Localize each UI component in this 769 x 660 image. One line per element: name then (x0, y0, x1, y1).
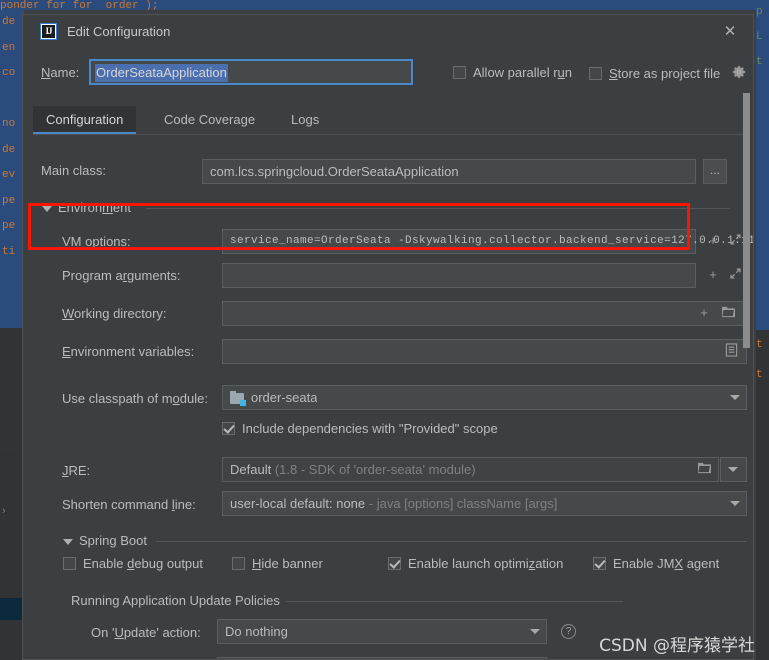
environment-collapse-icon[interactable] (42, 206, 52, 212)
working-directory-label: Working directory: (62, 306, 167, 321)
tab-code-coverage[interactable]: Code Coverage (151, 106, 268, 134)
shorten-command-line-label: Shorten command line: (62, 497, 196, 512)
store-as-project-file-checkbox[interactable]: Store as project file (589, 65, 746, 83)
store-as-project-file-label: Store as project file (609, 66, 721, 81)
classpath-module-value: order-seata (251, 390, 318, 405)
name-input[interactable]: OrderSeataApplication (89, 59, 413, 85)
working-directory-folder-icon[interactable] (720, 305, 736, 321)
program-arguments-input[interactable] (222, 263, 696, 288)
classpath-module-chevron-down-icon[interactable] (730, 395, 740, 400)
background-expand-arrow-icon: › (2, 505, 6, 517)
background-code-left: de en co no de ev pe pe ti (0, 10, 24, 328)
name-input-value: OrderSeataApplication (95, 64, 228, 82)
background-code-right-lower: t t (756, 330, 769, 660)
include-dependencies-checkbox[interactable]: Include dependencies with "Provided" sco… (222, 421, 498, 438)
on-frame-deactivation-combo[interactable]: Do nothing (217, 657, 547, 659)
hide-banner-label: Hide banner (252, 556, 323, 571)
allow-parallel-run-label: Allow parallel run (473, 65, 573, 80)
dialog-titlebar: IJ Edit Configuration ✕ (23, 15, 753, 49)
environment-variables-label: Environment variables: (62, 344, 195, 359)
spring-boot-section-divider (156, 541, 747, 542)
configuration-form: Main class: com.lcs.springcloud.OrderSea… (23, 135, 753, 659)
enable-launch-optimization-label: Enable launch optimization (408, 556, 564, 571)
on-update-action-chevron-down-icon[interactable] (530, 629, 540, 634)
main-class-label: Main class: (41, 163, 107, 178)
jre-label: JRE: (62, 463, 91, 478)
intellij-logo-icon: IJ (40, 23, 57, 40)
vm-options-input[interactable]: service_name=OrderSeata -Dskywalking.col… (222, 229, 753, 254)
working-directory-input[interactable] (222, 301, 747, 326)
enable-debug-output-checkbox-box[interactable] (63, 557, 76, 570)
enable-debug-output-label: Enable debug output (83, 556, 204, 571)
dialog-scrollbar-thumb[interactable] (743, 93, 750, 348)
enable-debug-output-checkbox[interactable]: Enable debug output (63, 556, 203, 573)
shorten-command-line-chevron-down-icon[interactable] (730, 501, 740, 506)
close-icon[interactable]: ✕ (719, 21, 741, 43)
background-selected-row (0, 598, 22, 620)
shorten-command-line-combo[interactable]: user-local default: none - java [options… (222, 491, 747, 516)
environment-variables-input[interactable] (222, 339, 747, 364)
jre-combo[interactable]: Default (1.8 - SDK of 'order-seata' modu… (222, 457, 719, 482)
name-label-mnemonic: N (41, 65, 51, 80)
environment-section-title: Environment (58, 200, 131, 215)
working-directory-add-icon[interactable]: + (696, 305, 712, 321)
program-arguments-expand-icon[interactable] (727, 267, 743, 283)
classpath-module-label: Use classpath of module: (62, 391, 208, 406)
csdn-watermark: CSDN @程序猿学社 (599, 636, 755, 656)
spring-boot-collapse-icon[interactable] (63, 539, 73, 545)
allow-parallel-run-checkbox[interactable]: Allow parallel run (453, 65, 572, 82)
tab-logs[interactable]: Logs (278, 106, 332, 134)
background-code-right: p L t (756, 6, 763, 68)
environment-variables-list-icon[interactable] (723, 343, 739, 359)
allow-parallel-run-checkbox-box[interactable] (453, 66, 466, 79)
background-divider (0, 492, 22, 493)
spring-boot-section-title: Spring Boot (79, 533, 147, 548)
jre-value: Default (1.8 - SDK of 'order-seata' modu… (230, 462, 476, 477)
include-dependencies-checkbox-box[interactable] (222, 422, 235, 435)
vm-options-add-icon[interactable]: + (705, 233, 721, 249)
main-class-browse-button[interactable]: ... (703, 159, 727, 184)
enable-launch-optimization-checkbox-box[interactable] (388, 557, 401, 570)
enable-launch-optimization-checkbox[interactable]: Enable launch optimization (388, 556, 563, 573)
update-policies-section-title: Running Application Update Policies (71, 593, 280, 608)
edit-configuration-dialog: IJ Edit Configuration ✕ Name: OrderSeata… (22, 14, 754, 660)
vm-options-value: service_name=OrderSeata -Dskywalking.col… (230, 235, 753, 247)
dialog-tabs: Configuration Code Coverage Logs (33, 106, 743, 135)
hide-banner-checkbox[interactable]: Hide banner (232, 556, 323, 573)
main-class-value: com.lcs.springcloud.OrderSeataApplicatio… (210, 164, 459, 179)
dialog-title: Edit Configuration (67, 24, 171, 39)
module-folder-icon (230, 391, 246, 406)
gear-icon[interactable] (732, 65, 746, 82)
enable-jmx-agent-label: Enable JMX agent (613, 556, 720, 571)
vm-options-label: VM options: (62, 234, 131, 249)
store-as-project-file-checkbox-box[interactable] (589, 67, 602, 80)
enable-jmx-agent-checkbox[interactable]: Enable JMX agent (593, 556, 719, 573)
background-divider (0, 455, 22, 456)
program-arguments-label: Program arguments: (62, 268, 181, 283)
classpath-module-combo[interactable]: order-seata (222, 385, 747, 410)
jre-chevron-down-icon[interactable] (728, 467, 738, 472)
vm-options-expand-icon[interactable] (727, 233, 743, 249)
enable-jmx-agent-checkbox-box[interactable] (593, 557, 606, 570)
jre-folder-icon[interactable] (696, 461, 712, 477)
name-label: Name: (41, 65, 80, 80)
shorten-command-line-value: user-local default: none - java [options… (230, 496, 558, 511)
include-dependencies-label: Include dependencies with "Provided" sco… (242, 421, 498, 436)
main-class-input[interactable]: com.lcs.springcloud.OrderSeataApplicatio… (202, 159, 696, 184)
background-divider (0, 534, 22, 535)
on-update-action-label: On 'Update' action: (91, 625, 201, 640)
on-update-action-value: Do nothing (225, 624, 288, 639)
hide-banner-checkbox-box[interactable] (232, 557, 245, 570)
environment-section-divider (146, 208, 730, 209)
on-update-action-combo[interactable]: Do nothing (217, 619, 547, 644)
update-policies-section-divider (286, 601, 623, 602)
background-code-line-top: ponder for for order ); (0, 0, 769, 10)
tab-configuration[interactable]: Configuration (33, 106, 137, 134)
program-arguments-add-icon[interactable]: + (705, 267, 721, 283)
on-update-action-help-icon[interactable]: ? (561, 624, 576, 639)
